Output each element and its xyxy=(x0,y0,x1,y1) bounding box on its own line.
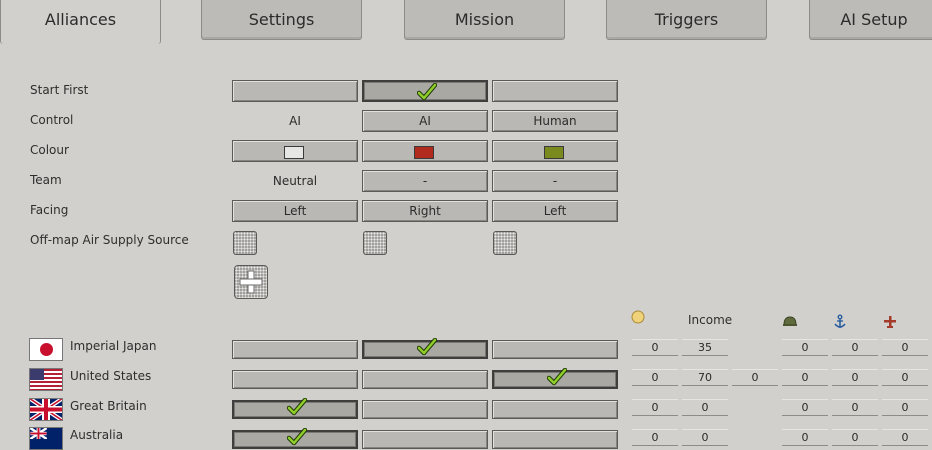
colour-label: Colour xyxy=(30,143,69,157)
country-name-japan: Imperial Japan xyxy=(70,339,157,353)
japan-alliance-1[interactable] xyxy=(232,340,358,359)
control-label: Control xyxy=(30,113,74,127)
japan-infantry[interactable]: 0 xyxy=(782,339,828,356)
start-first-button-2[interactable] xyxy=(362,80,488,102)
colour-swatch-1 xyxy=(284,146,304,159)
uk-alliance-2[interactable] xyxy=(362,400,488,419)
uk-infantry[interactable]: 0 xyxy=(782,399,828,416)
japan-income[interactable]: 35 xyxy=(682,339,728,356)
colour-swatch-2 xyxy=(414,146,434,159)
usa-extra[interactable]: 0 xyxy=(732,369,778,386)
checkmark-icon xyxy=(417,83,437,101)
air-supply-slot-3[interactable] xyxy=(493,231,517,255)
facing-button-2[interactable]: Right xyxy=(362,200,488,222)
australia-income[interactable]: 0 xyxy=(682,429,728,446)
japan-alliance-2[interactable] xyxy=(362,338,488,359)
usa-alliance-1[interactable] xyxy=(232,370,358,389)
japan-flag-icon xyxy=(29,338,63,361)
plus-icon xyxy=(239,270,263,294)
helmet-icon xyxy=(783,316,797,326)
air-supply-slot-1[interactable] xyxy=(233,231,257,255)
japan-naval[interactable]: 0 xyxy=(832,339,878,356)
usa-flag-icon xyxy=(29,368,63,391)
tab-bar: Alliances Settings Mission Triggers AI S… xyxy=(0,0,932,44)
australia-alliance-1[interactable] xyxy=(232,428,358,449)
uk-air[interactable]: 0 xyxy=(882,399,928,416)
team-label: Team xyxy=(30,173,62,187)
usa-infantry[interactable]: 0 xyxy=(782,369,828,386)
country-name-uk: Great Britain xyxy=(70,399,147,413)
country-name-australia: Australia xyxy=(70,428,124,442)
checkmark-icon xyxy=(547,368,567,386)
tab-settings[interactable]: Settings xyxy=(201,0,362,40)
usa-naval[interactable]: 0 xyxy=(832,369,878,386)
air-supply-label: Off-map Air Supply Source xyxy=(30,233,189,247)
uk-flag-icon xyxy=(29,398,63,421)
uk-alliance-3[interactable] xyxy=(492,400,618,419)
tab-alliances[interactable]: Alliances xyxy=(0,0,161,44)
japan-air[interactable]: 0 xyxy=(882,339,928,356)
australia-alliance-3[interactable] xyxy=(492,430,618,449)
country-name-usa: United States xyxy=(70,369,152,383)
facing-button-3[interactable]: Left xyxy=(492,200,618,222)
facing-label: Facing xyxy=(30,203,69,217)
tab-ai-setup-label: AI Setup xyxy=(840,10,908,29)
team-button-3[interactable]: - xyxy=(492,170,618,192)
colour-button-3[interactable] xyxy=(492,140,618,162)
team-button-2[interactable]: - xyxy=(362,170,488,192)
income-header: Income xyxy=(688,313,733,327)
colour-button-2[interactable] xyxy=(362,140,488,162)
uk-income[interactable]: 0 xyxy=(682,399,728,416)
checkmark-icon xyxy=(287,398,307,416)
checkmark-icon xyxy=(287,428,307,446)
uk-naval[interactable]: 0 xyxy=(832,399,878,416)
uk-points[interactable]: 0 xyxy=(632,399,678,416)
control-button-3[interactable]: Human xyxy=(492,110,618,132)
coin-icon xyxy=(631,310,645,324)
team-value-1: Neutral xyxy=(272,174,318,188)
japan-alliance-3[interactable] xyxy=(492,340,618,359)
colour-button-1[interactable] xyxy=(232,140,358,162)
plane-icon xyxy=(884,316,896,328)
australia-flag-icon xyxy=(29,427,63,450)
usa-air[interactable]: 0 xyxy=(882,369,928,386)
add-alliance-button[interactable] xyxy=(234,265,268,299)
australia-points[interactable]: 0 xyxy=(632,429,678,446)
start-first-button-1[interactable] xyxy=(232,80,358,102)
start-first-label: Start First xyxy=(30,83,89,97)
anchor-icon xyxy=(834,314,846,328)
checkmark-icon xyxy=(417,338,437,356)
facing-button-1[interactable]: Left xyxy=(232,200,358,222)
usa-alliance-3[interactable] xyxy=(492,368,618,389)
japan-points[interactable]: 0 xyxy=(632,339,678,356)
start-first-button-3[interactable] xyxy=(492,80,618,102)
control-value-1: AI xyxy=(289,114,301,128)
usa-alliance-2[interactable] xyxy=(362,370,488,389)
control-button-2[interactable]: AI xyxy=(362,110,488,132)
colour-swatch-3 xyxy=(544,146,564,159)
tab-triggers[interactable]: Triggers xyxy=(606,0,767,40)
australia-naval[interactable]: 0 xyxy=(832,429,878,446)
air-supply-slot-2[interactable] xyxy=(363,231,387,255)
usa-points[interactable]: 0 xyxy=(632,369,678,386)
australia-infantry[interactable]: 0 xyxy=(782,429,828,446)
australia-alliance-2[interactable] xyxy=(362,430,488,449)
australia-air[interactable]: 0 xyxy=(882,429,928,446)
usa-income[interactable]: 70 xyxy=(682,369,728,386)
tab-mission[interactable]: Mission xyxy=(404,0,565,40)
uk-alliance-1[interactable] xyxy=(232,398,358,419)
tab-ai-setup[interactable]: AI Setup xyxy=(809,0,932,40)
